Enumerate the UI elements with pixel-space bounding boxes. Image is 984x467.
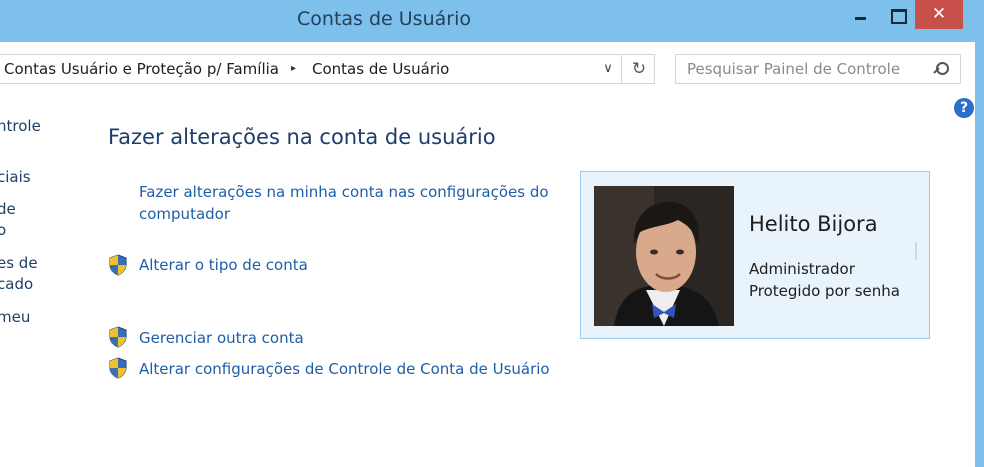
shield-icon: [109, 326, 127, 348]
left-pane-item[interactable]: meu: [0, 307, 30, 328]
left-pane-item[interactable]: ciais: [0, 167, 31, 188]
left-pane-item[interactable]: ntrole: [0, 116, 41, 137]
left-pane-item[interactable]: es de: [0, 253, 38, 274]
search-input[interactable]: Pesquisar Painel de Controle: [675, 54, 961, 84]
navigation-bar: Contas Usuário e Proteção p/ Família ▸ C…: [0, 42, 975, 94]
breadcrumb-user-accounts[interactable]: Contas de Usuário: [312, 60, 449, 78]
change-account-type-link[interactable]: Alterar o tipo de conta: [139, 254, 308, 276]
manage-another-account-link[interactable]: Gerenciar outra conta: [139, 327, 304, 349]
breadcrumb-family-safety[interactable]: Contas Usuário e Proteção p/ Família: [4, 60, 279, 78]
window-title: Contas de Usuário: [297, 8, 471, 30]
user-role: Administrador: [749, 260, 855, 278]
help-icon[interactable]: ?: [954, 98, 974, 118]
chevron-down-icon[interactable]: ∨: [597, 55, 619, 83]
page-title: Fazer alterações na conta de usuário: [108, 125, 496, 149]
user-account-card: Helito Bijora Administrador Protegido po…: [580, 171, 930, 339]
close-button[interactable]: ✕: [915, 0, 963, 29]
maximize-button[interactable]: [882, 0, 912, 30]
user-photo: [594, 186, 734, 326]
close-icon: ✕: [931, 4, 947, 24]
address-bar[interactable]: Contas Usuário e Proteção p/ Família ▸ C…: [0, 54, 655, 84]
change-my-account-link[interactable]: Fazer alterações na minha conta nas conf…: [139, 181, 549, 225]
search-placeholder: Pesquisar Painel de Controle: [687, 60, 901, 78]
uac-settings-link[interactable]: Alterar configurações de Controle de Con…: [139, 358, 550, 380]
title-bar: Contas de Usuário ✕: [0, 0, 984, 42]
link-line: Fazer alterações na minha conta nas conf…: [139, 183, 549, 201]
card-divider: [915, 242, 917, 260]
avatar: [594, 186, 734, 326]
left-pane-item[interactable]: cado: [0, 274, 33, 295]
link-line: computador: [139, 205, 231, 223]
user-protection-status: Protegido por senha: [749, 282, 900, 300]
breadcrumb-separator-icon[interactable]: ▸: [291, 63, 296, 74]
search-icon[interactable]: [932, 61, 950, 79]
shield-icon: [109, 357, 127, 379]
user-name: Helito Bijora: [749, 212, 878, 236]
left-pane-item[interactable]: de: [0, 199, 16, 220]
refresh-icon[interactable]: ↻: [623, 55, 655, 83]
left-pane-item[interactable]: o: [0, 220, 6, 241]
minimize-button[interactable]: [846, 0, 874, 30]
address-divider: [621, 55, 622, 83]
shield-icon: [109, 254, 127, 276]
window-border: [975, 42, 984, 467]
